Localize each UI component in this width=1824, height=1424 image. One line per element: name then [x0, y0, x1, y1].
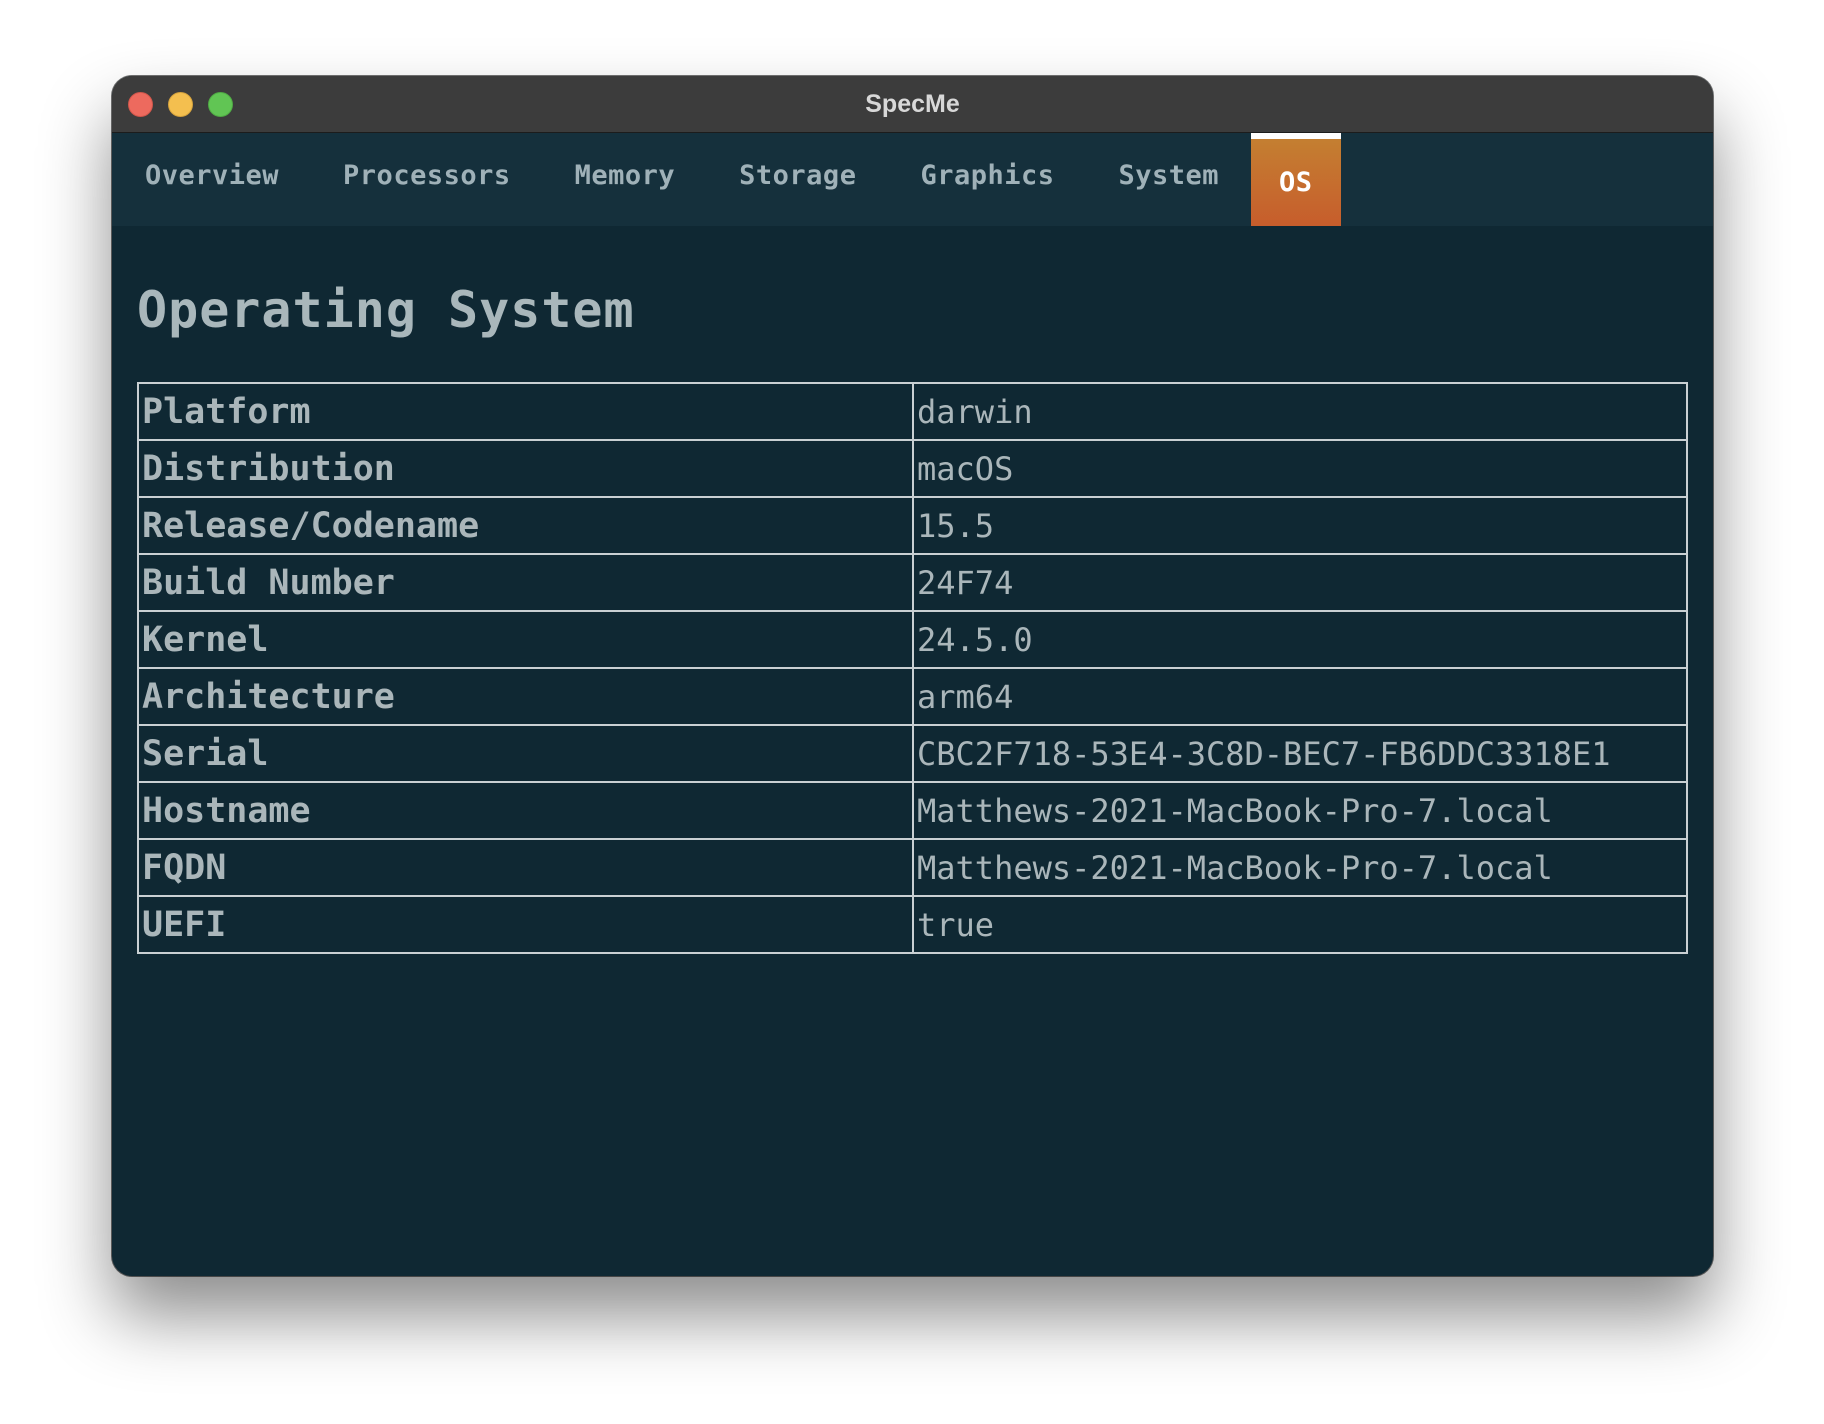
table-row: Architecture arm64 [137, 667, 1688, 726]
table-row: Release/Codename 15.5 [137, 496, 1688, 555]
row-value: arm64 [912, 667, 1688, 726]
row-key: Platform [137, 382, 914, 441]
table-row: Serial CBC2F718-53E4-3C8D-BEC7-FB6DDC331… [137, 724, 1688, 783]
row-value: Matthews-2021-MacBook-Pro-7.local [912, 781, 1688, 840]
row-key: Build Number [137, 553, 914, 612]
row-value: 24.5.0 [912, 610, 1688, 669]
table-row: Kernel 24.5.0 [137, 610, 1688, 669]
title-bar[interactable]: SpecMe [112, 76, 1713, 133]
main-content: Operating System Platform darwin Distrib… [112, 226, 1713, 954]
tab-storage[interactable]: Storage [739, 133, 856, 226]
row-value: 24F74 [912, 553, 1688, 612]
row-key: UEFI [137, 895, 914, 954]
tab-system[interactable]: System [1119, 133, 1220, 226]
table-row: FQDN Matthews-2021-MacBook-Pro-7.local [137, 838, 1688, 897]
row-value: darwin [912, 382, 1688, 441]
page-title: Operating System [137, 281, 635, 339]
row-value: true [912, 895, 1688, 954]
row-key: Release/Codename [137, 496, 914, 555]
app-window: SpecMe Overview Processors Memory Storag… [112, 76, 1713, 1276]
row-key: Serial [137, 724, 914, 783]
table-row: UEFI true [137, 895, 1688, 954]
row-key: Hostname [137, 781, 914, 840]
tab-graphics[interactable]: Graphics [920, 133, 1054, 226]
tab-memory[interactable]: Memory [575, 133, 676, 226]
tab-os[interactable]: OS [1251, 133, 1341, 226]
table-row: Build Number 24F74 [137, 553, 1688, 612]
tab-bar: Overview Processors Memory Storage Graph… [112, 133, 1713, 226]
row-key: Architecture [137, 667, 914, 726]
row-key: FQDN [137, 838, 914, 897]
os-info-table: Platform darwin Distribution macOS Relea… [137, 382, 1688, 954]
row-value: 15.5 [912, 496, 1688, 555]
row-key: Distribution [137, 439, 914, 498]
table-row: Distribution macOS [137, 439, 1688, 498]
tab-overview[interactable]: Overview [145, 133, 279, 226]
row-value: macOS [912, 439, 1688, 498]
row-key: Kernel [137, 610, 914, 669]
table-row: Platform darwin [137, 382, 1688, 441]
window-title: SpecMe [865, 90, 960, 118]
table-row: Hostname Matthews-2021-MacBook-Pro-7.loc… [137, 781, 1688, 840]
row-value: CBC2F718-53E4-3C8D-BEC7-FB6DDC3318E1 [912, 724, 1688, 783]
tab-processors[interactable]: Processors [343, 133, 511, 226]
row-value: Matthews-2021-MacBook-Pro-7.local [912, 838, 1688, 897]
